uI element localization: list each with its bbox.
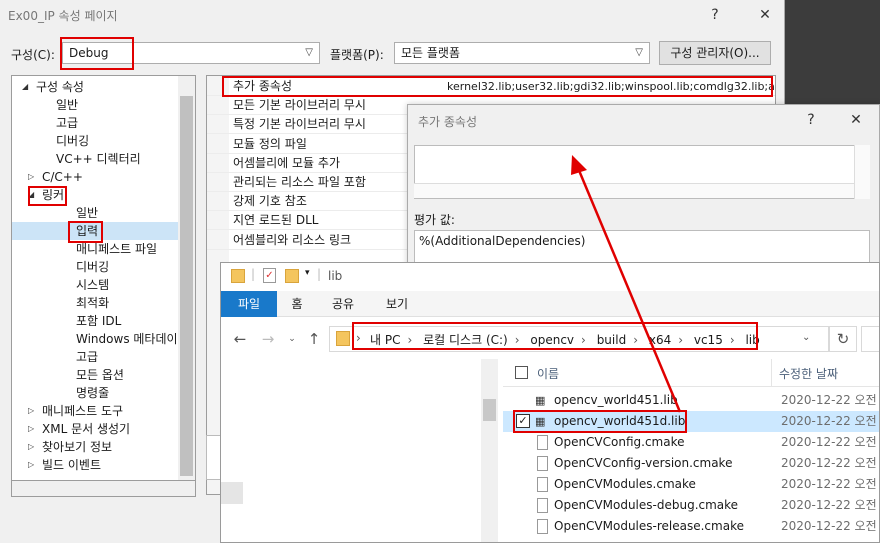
annotation-arrow-line bbox=[576, 167, 682, 413]
annotation-arrow-head bbox=[571, 155, 587, 175]
annotation-arrow-svg bbox=[571, 155, 682, 413]
